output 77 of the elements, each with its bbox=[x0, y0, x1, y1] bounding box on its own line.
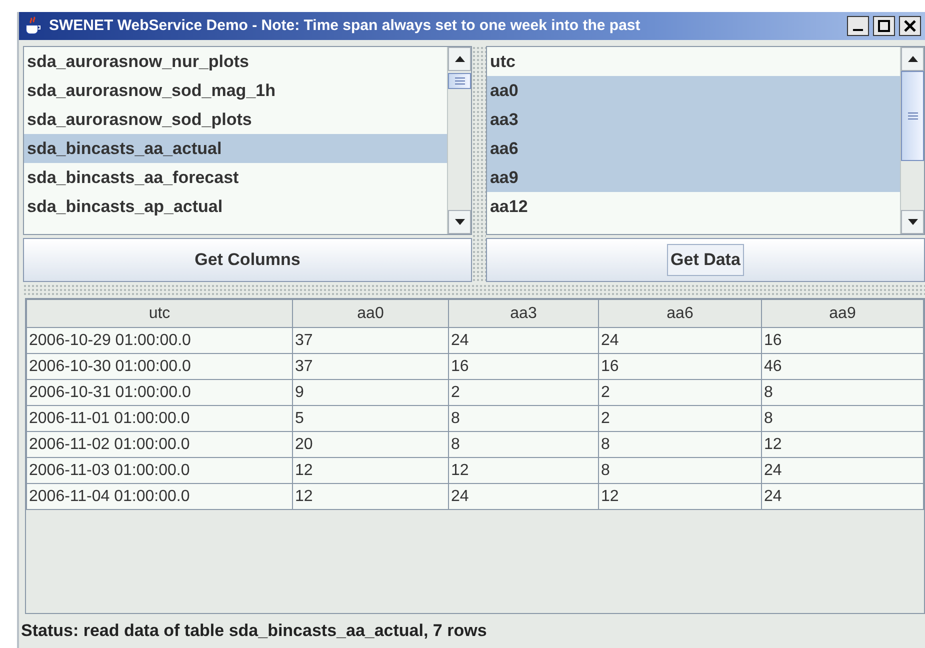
list-item[interactable]: sda_aurorasnow_sod_plots bbox=[24, 105, 447, 134]
table-cell: 12 bbox=[762, 432, 924, 458]
down-arrow-icon bbox=[906, 218, 918, 226]
table-cell: 8 bbox=[598, 458, 762, 484]
table-cell: 12 bbox=[598, 484, 762, 510]
splitter-handle[interactable] bbox=[23, 284, 925, 296]
close-icon bbox=[904, 20, 916, 32]
action-button[interactable]: Get Data bbox=[486, 238, 925, 282]
maximize-icon bbox=[878, 20, 890, 32]
scrollbar-thumb[interactable] bbox=[901, 71, 924, 161]
table-cell: 2 bbox=[448, 380, 598, 406]
table-cell: 8 bbox=[598, 432, 762, 458]
list-item[interactable]: sda_aurorasnow_nur_plots bbox=[24, 47, 447, 76]
up-arrow-icon bbox=[454, 55, 466, 63]
list-item[interactable]: sda_aurorasnow_sod_mag_1h bbox=[24, 76, 447, 105]
table-cell: 20 bbox=[292, 432, 448, 458]
table-cell: 8 bbox=[448, 406, 598, 432]
maximize-button[interactable] bbox=[873, 16, 895, 36]
list-item[interactable]: aa6 bbox=[486, 134, 900, 163]
table-cell: 46 bbox=[762, 354, 924, 380]
scrollbar-thumb[interactable] bbox=[448, 73, 471, 89]
table-cell: 2 bbox=[598, 380, 762, 406]
column-header[interactable]: utc bbox=[26, 300, 292, 328]
down-arrow-icon bbox=[454, 218, 466, 226]
list-item[interactable]: sda_bincasts_aa_forecast bbox=[24, 163, 447, 192]
list-item[interactable]: aa0 bbox=[486, 76, 900, 105]
table-cell: 2006-10-31 01:00:00.0 bbox=[26, 380, 292, 406]
table-cell: 2 bbox=[598, 406, 762, 432]
scroll-up-button[interactable] bbox=[901, 47, 924, 71]
scroll-up-button[interactable] bbox=[448, 47, 471, 71]
table-cell: 8 bbox=[448, 432, 598, 458]
table-cell: 24 bbox=[448, 328, 598, 354]
table-cell: 5 bbox=[292, 406, 448, 432]
scroll-down-button[interactable] bbox=[901, 210, 924, 234]
table-cell: 16 bbox=[448, 354, 598, 380]
status-text: Status: read data of table sda_bincasts_aa_actual, 7 rows bbox=[20, 620, 488, 642]
table-cell: 24 bbox=[448, 484, 598, 510]
table-cell: 37 bbox=[292, 328, 448, 354]
table-cell: 24 bbox=[762, 458, 924, 484]
column-header[interactable]: aa9 bbox=[762, 300, 924, 328]
table-cell: 2006-11-02 01:00:00.0 bbox=[26, 432, 292, 458]
list-item[interactable]: sda_bincasts_aa_actual bbox=[24, 134, 447, 163]
minimize-icon bbox=[853, 29, 863, 31]
coffee-cup-icon bbox=[23, 16, 43, 36]
splitter-handle[interactable] bbox=[472, 46, 486, 282]
table-cell: 24 bbox=[762, 484, 924, 510]
table-cell: 16 bbox=[762, 328, 924, 354]
list-item[interactable]: utc bbox=[486, 47, 900, 76]
table-cell: 37 bbox=[292, 354, 448, 380]
table-cell: 8 bbox=[762, 406, 924, 432]
table-cell: 12 bbox=[292, 484, 448, 510]
table-cell: 12 bbox=[292, 458, 448, 484]
grip-icon bbox=[906, 112, 918, 120]
table-cell: 24 bbox=[598, 328, 762, 354]
list-item[interactable]: aa9 bbox=[486, 163, 900, 192]
action-button[interactable]: Get Columns bbox=[23, 238, 472, 282]
table-cell: 8 bbox=[762, 380, 924, 406]
table-cell: 2006-11-01 01:00:00.0 bbox=[26, 406, 292, 432]
table-cell: 16 bbox=[598, 354, 762, 380]
close-button[interactable] bbox=[899, 16, 921, 36]
up-arrow-icon bbox=[906, 55, 918, 63]
table-cell: 12 bbox=[448, 458, 598, 484]
column-header[interactable]: aa3 bbox=[448, 300, 598, 328]
list-item[interactable]: aa12 bbox=[486, 192, 900, 221]
table-cell: 9 bbox=[292, 380, 448, 406]
table-cell: 2006-11-03 01:00:00.0 bbox=[26, 458, 292, 484]
table-cell: 2006-10-30 01:00:00.0 bbox=[26, 354, 292, 380]
grip-icon bbox=[454, 77, 466, 85]
list-item[interactable]: aa3 bbox=[486, 105, 900, 134]
minimize-button[interactable] bbox=[847, 16, 869, 36]
table-cell: 2006-10-29 01:00:00.0 bbox=[26, 328, 292, 354]
table-cell: 2006-11-04 01:00:00.0 bbox=[26, 484, 292, 510]
column-header[interactable]: aa6 bbox=[598, 300, 762, 328]
list-item[interactable]: sda_bincasts_ap_actual bbox=[24, 192, 447, 221]
scroll-down-button[interactable] bbox=[448, 210, 471, 234]
column-header[interactable]: aa0 bbox=[292, 300, 448, 328]
window-title: SWENET WebService Demo - Note: Time span always set to one week into the past bbox=[49, 16, 642, 36]
